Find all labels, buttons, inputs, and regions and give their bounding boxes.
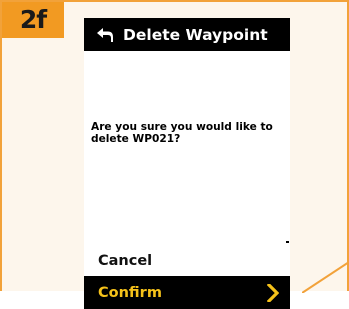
- confirm-button[interactable]: Confirm: [84, 276, 290, 309]
- title-bar: Delete Waypoint: [84, 18, 290, 51]
- scroll-indicator: [286, 241, 289, 243]
- callout-line: [302, 262, 349, 293]
- back-arrow-icon[interactable]: [95, 25, 115, 45]
- cancel-label: Cancel: [98, 253, 153, 269]
- chevron-right-icon: [266, 283, 280, 302]
- step-badge: 2f: [2, 2, 64, 38]
- device-screen: Delete Waypoint Are you sure you would l…: [84, 18, 290, 309]
- cancel-button[interactable]: Cancel: [84, 249, 290, 273]
- screen-title: Delete Waypoint: [123, 25, 268, 44]
- confirm-label: Confirm: [98, 284, 162, 301]
- confirmation-message: Are you sure you would like to delete WP…: [91, 121, 273, 145]
- instruction-frame: 2f Delete Waypoint Are you sure you woul…: [0, 0, 349, 309]
